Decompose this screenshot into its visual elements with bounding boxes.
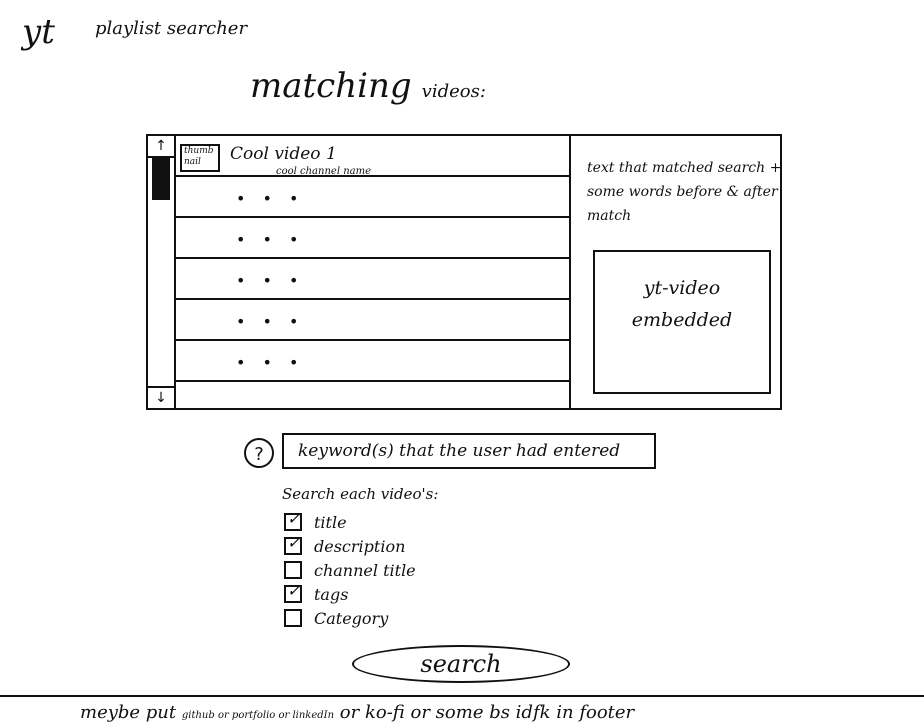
video-placeholder: • • • [236,312,305,331]
app-title: playlist searcher [95,18,248,39]
scroll-thumb[interactable] [152,158,170,200]
video-list: thumb nail Cool video 1 cool channel nam… [176,136,570,408]
video-placeholder: • • • [236,230,305,249]
keywords-input[interactable] [282,433,656,469]
checkbox-category[interactable] [284,609,302,627]
video-thumbnail: thumb nail [180,144,220,172]
video-row[interactable]: • • • [176,341,570,382]
search-button[interactable]: search [352,645,570,683]
video-placeholder: • • • [236,353,305,372]
option-label: Category [314,608,389,628]
heading-main: matching [250,66,412,106]
footer-text: meybe put github or portfolio or linkedI… [80,702,634,723]
video-channel-name: cool channel name [276,166,371,177]
page-heading: matching videos: [250,66,486,106]
option-channel-title[interactable]: channel title [284,558,416,582]
checkbox-description[interactable] [284,533,302,555]
heading-sub: videos: [421,81,486,102]
option-label: description [314,536,406,556]
video-placeholder: • • • [236,271,305,290]
footer-part-3: or ko-fi or some bs idfk in footer [339,702,635,723]
scroll-down-arrow-icon[interactable]: ↓ [148,386,174,408]
search-each-label: Search each video's: [282,485,439,503]
checkbox-title[interactable] [284,509,302,531]
footer-links-note: github or portfolio or linkedIn [181,710,335,721]
help-icon[interactable]: ? [244,438,274,468]
video-row[interactable]: • • • [176,177,570,218]
scrollbar[interactable]: ↑ ↓ [148,136,176,408]
video-embed[interactable]: yt-video embedded [593,250,771,394]
option-label: tags [314,584,349,604]
option-tags[interactable]: tags [284,581,416,606]
video-row[interactable]: thumb nail Cool video 1 cool channel nam… [176,136,570,177]
option-label: channel title [314,560,416,580]
results-panel: ↑ ↓ thumb nail Cool video 1 cool channel… [146,134,782,410]
video-title: Cool video 1 [230,144,337,164]
footer-part-1: meybe put [80,702,177,723]
preview-pane: text that matched search + some words be… [569,136,782,408]
match-text: text that matched search + some words be… [587,160,782,224]
search-options: title description channel title tags Cat… [284,509,416,630]
video-placeholder: • • • [236,189,305,208]
scroll-up-arrow-icon[interactable]: ↑ [148,136,174,158]
checkbox-tags[interactable] [284,581,302,603]
option-label: title [314,512,347,532]
checkbox-channel-title[interactable] [284,561,302,579]
logo: yt [22,12,55,52]
video-row[interactable] [176,382,570,421]
option-description[interactable]: description [284,533,416,558]
video-row[interactable]: • • • [176,259,570,300]
video-row[interactable]: • • • [176,218,570,259]
option-title[interactable]: title [284,509,416,534]
option-category[interactable]: Category [284,606,416,630]
video-row[interactable]: • • • [176,300,570,341]
footer-divider [0,695,924,697]
